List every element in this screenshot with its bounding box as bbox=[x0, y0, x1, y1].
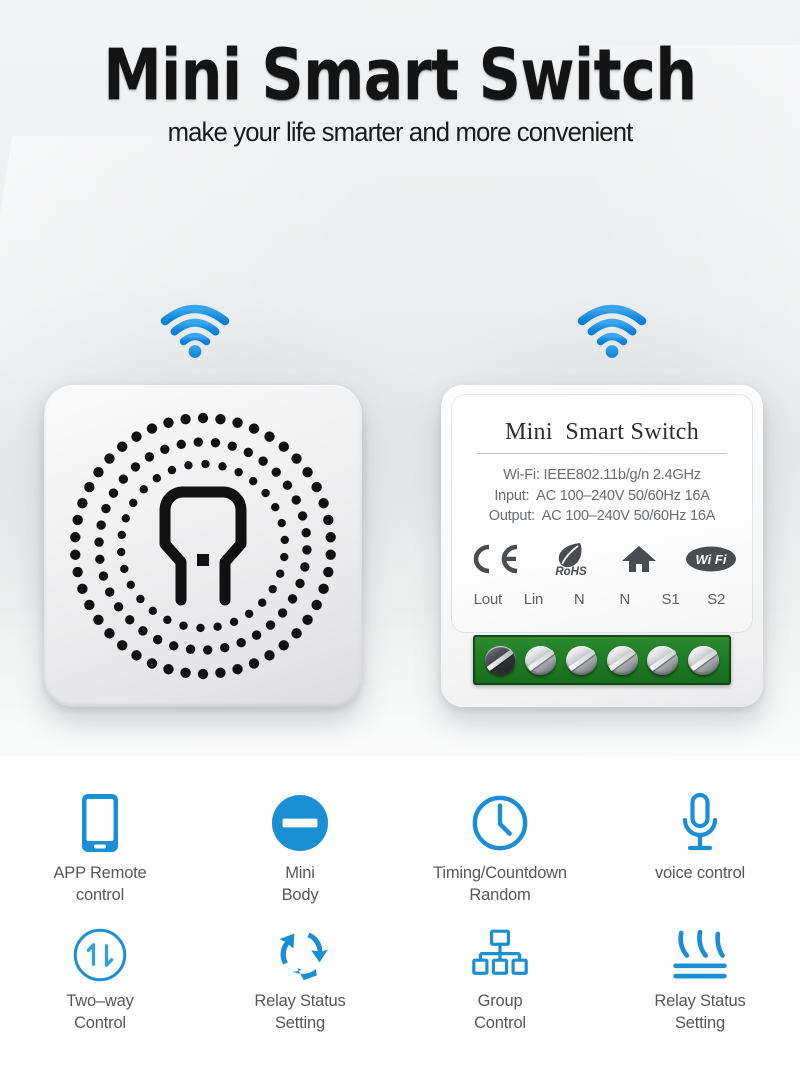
feature-row-2: Two–way Control Relay Status Setting Gro… bbox=[0, 916, 800, 1071]
terminal-screw bbox=[688, 645, 720, 675]
product-marketing-page: Mini Smart Switch make your life smarter… bbox=[0, 0, 800, 1071]
screw-terminal-block bbox=[473, 635, 731, 685]
spec-output: Output: AC 100–240V 50/60Hz 16A bbox=[488, 508, 716, 525]
minus-circle-icon bbox=[271, 792, 329, 854]
feature-label: Relay Status Setting bbox=[654, 992, 746, 1032]
spec-input: Input: AC 100–240V 50/60Hz 16A bbox=[494, 487, 710, 504]
label-panel: Mini Smart Switch Wi-Fi: IEEE802.11b/g/n… bbox=[451, 394, 753, 633]
certification-row: RoHS Wi Fi bbox=[451, 542, 753, 577]
panel-surface bbox=[44, 385, 362, 707]
page-subtitle: make your life smarter and more convenie… bbox=[167, 117, 634, 148]
wifi-badge-icon: Wi Fi bbox=[685, 542, 737, 576]
feature-label: Two–way Control bbox=[66, 992, 134, 1032]
spec-wifi: Wi-Fi: IEEE802.11b/g/n 2.4GHz bbox=[503, 467, 701, 483]
feature-label: Timing/Countdown Random bbox=[433, 864, 567, 904]
svg-text:RoHS: RoHS bbox=[555, 566, 587, 577]
hero-section: Mini Smart Switch make your life smarter… bbox=[0, 0, 800, 756]
feature-label: APP Remote control bbox=[53, 864, 147, 904]
feature-voice-control: voice control bbox=[600, 756, 800, 916]
wifi-icon bbox=[158, 303, 232, 359]
page-title: Mini Smart Switch bbox=[103, 34, 697, 116]
terminal-label-row: Lout Lin N N S1 S2 bbox=[451, 591, 753, 608]
smart-switch-label-module: Mini Smart Switch Wi-Fi: IEEE802.11b/g/n… bbox=[441, 385, 763, 707]
feature-row-1: APP Remote control Mini Body Timing/Coun… bbox=[0, 756, 800, 916]
terminal-label-s1: S1 bbox=[661, 591, 680, 609]
clock-icon bbox=[471, 792, 529, 854]
headline-block: Mini Smart Switch make your life smarter… bbox=[0, 34, 800, 148]
ce-mark-icon bbox=[467, 542, 521, 576]
feature-label: Mini Body bbox=[281, 864, 319, 904]
terminal-screw bbox=[606, 645, 638, 675]
feature-relay-status-setting-cycle: Relay Status Setting bbox=[200, 916, 400, 1071]
terminal-screw bbox=[647, 645, 679, 675]
terminal-screw bbox=[566, 645, 598, 675]
feature-mini-body: Mini Body bbox=[200, 756, 400, 916]
rohs-leaf-icon: RoHS bbox=[549, 542, 593, 577]
feature-two-way-control: Two–way Control bbox=[0, 916, 200, 1071]
terminal-label-n1: N bbox=[573, 591, 585, 609]
feature-timing-countdown: Timing/Countdown Random bbox=[400, 756, 600, 916]
org-hierarchy-icon bbox=[471, 926, 529, 984]
home-house-icon bbox=[621, 542, 657, 576]
microphone-icon bbox=[678, 792, 722, 854]
feature-label: Group Control bbox=[474, 992, 526, 1032]
feature-group-control: Group Control bbox=[400, 916, 600, 1071]
terminal-screw bbox=[525, 645, 557, 675]
terminal-label-lout: Lout bbox=[473, 591, 503, 609]
wifi-icon bbox=[575, 303, 649, 359]
refresh-cycle-icon bbox=[271, 926, 329, 984]
feature-label: Relay Status Setting bbox=[254, 992, 346, 1032]
feature-relay-status-setting-waves: Relay Status Setting bbox=[600, 916, 800, 1071]
terminal-label-s2: S2 bbox=[707, 591, 726, 609]
heat-waves-icon bbox=[670, 926, 730, 984]
feature-app-remote-control: APP Remote control bbox=[0, 756, 200, 916]
plug-socket-icon bbox=[159, 486, 247, 606]
spec-list: Wi-Fi: IEEE802.11b/g/n 2.4GHz Input: AC … bbox=[451, 465, 753, 527]
module-label-title: Mini Smart Switch bbox=[504, 419, 700, 445]
svg-text:Wi Fi: Wi Fi bbox=[696, 552, 727, 567]
smart-switch-front-panel bbox=[44, 385, 362, 707]
smartphone-icon bbox=[80, 792, 120, 854]
terminal-label-n2: N bbox=[619, 591, 631, 609]
feature-label: voice control bbox=[654, 864, 746, 882]
feature-grid-section: APP Remote control Mini Body Timing/Coun… bbox=[0, 756, 800, 1071]
two-way-arrows-icon bbox=[72, 926, 128, 984]
label-divider bbox=[477, 453, 727, 454]
terminal-label-lin: Lin bbox=[523, 591, 544, 609]
terminal-screw bbox=[484, 645, 516, 675]
